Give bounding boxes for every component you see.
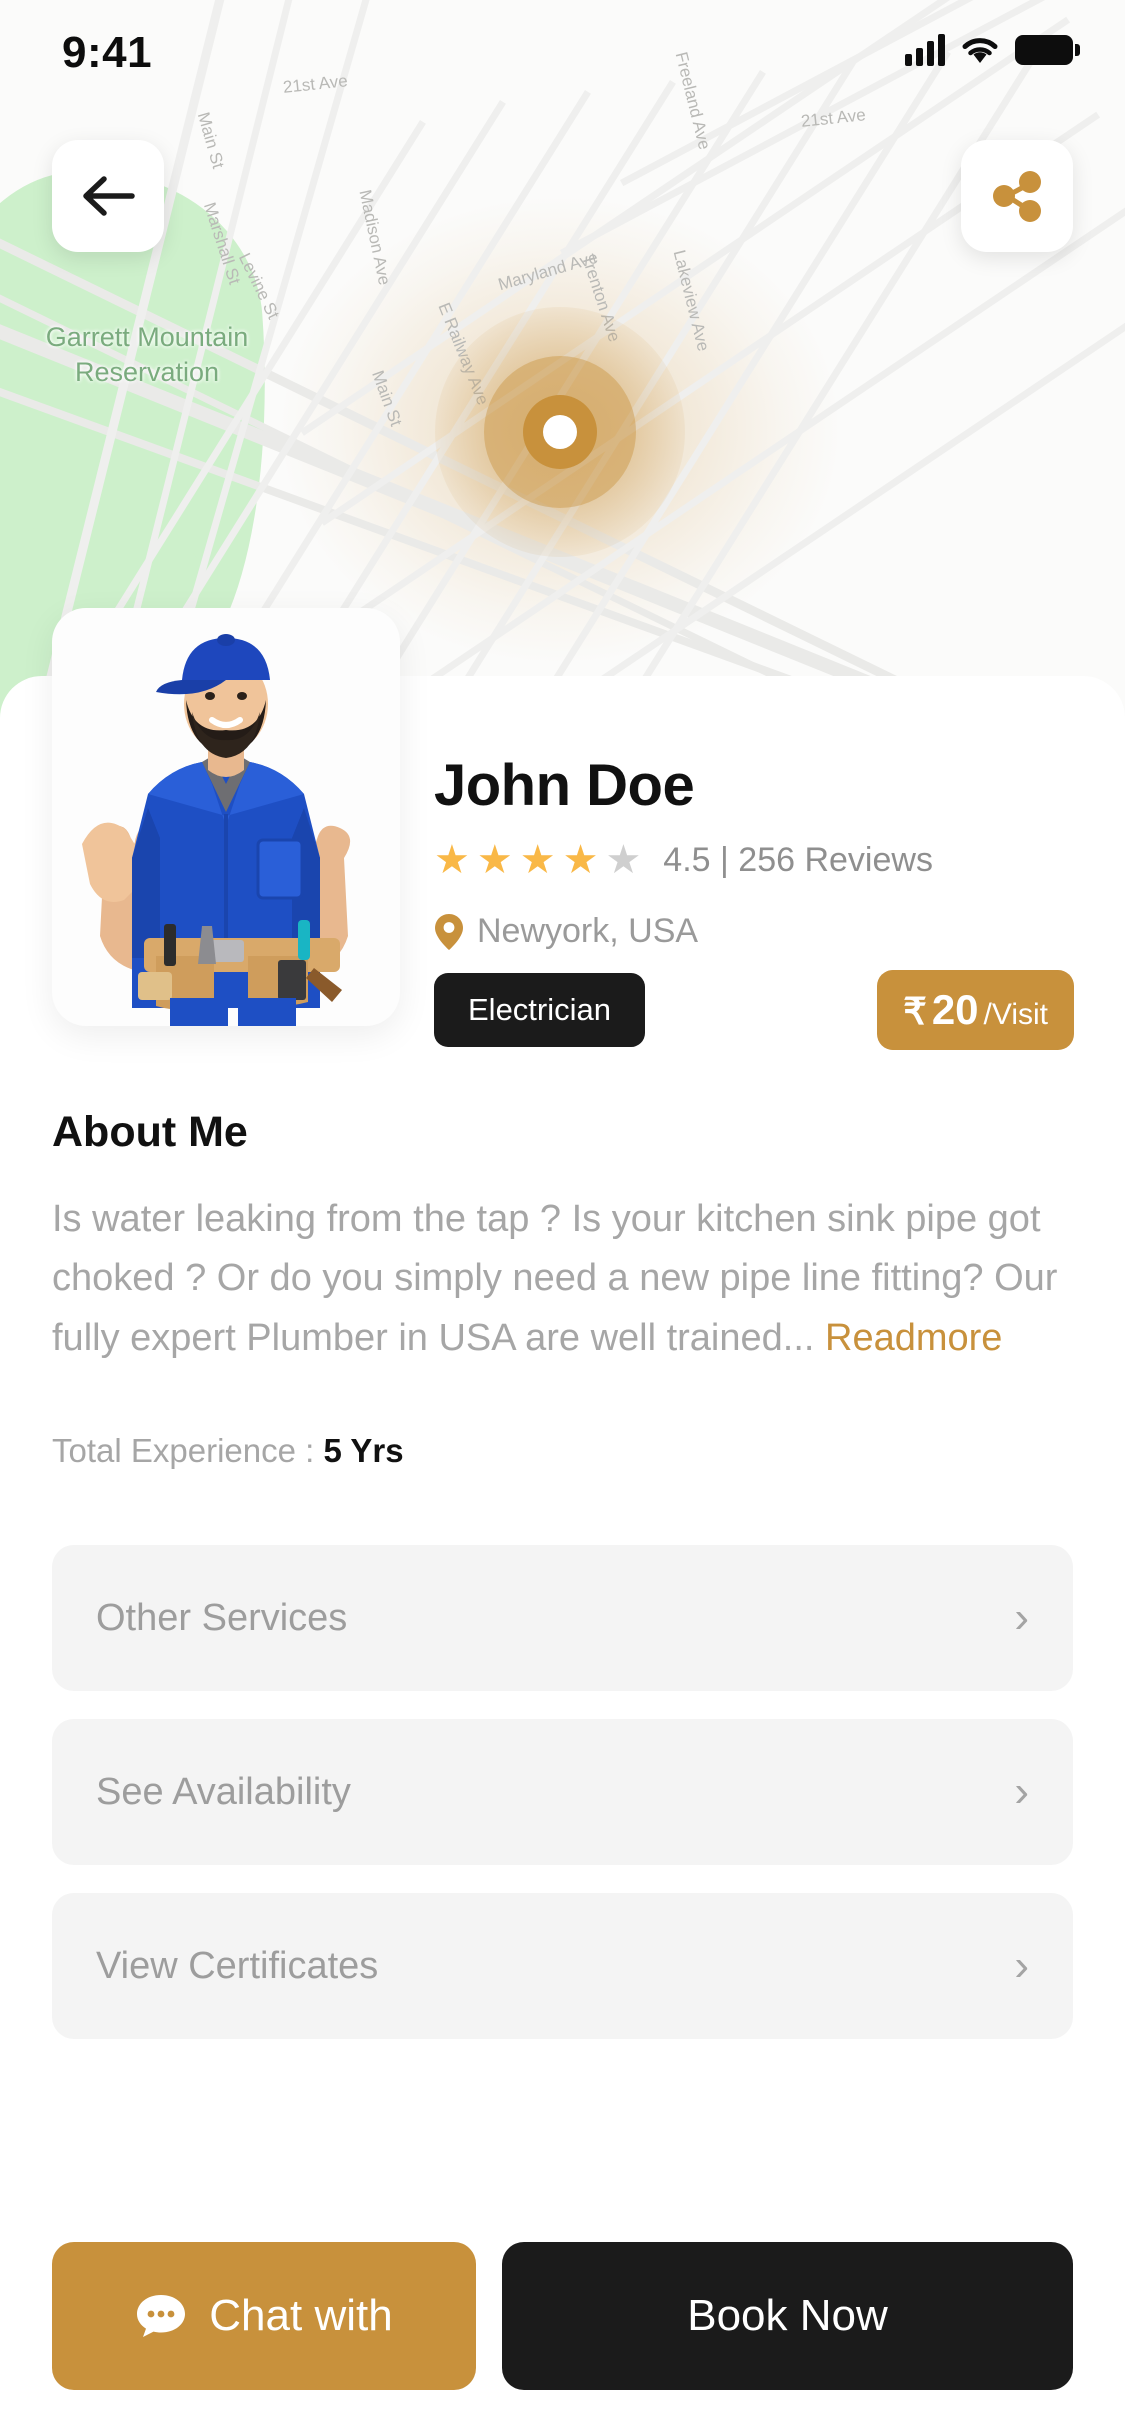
status-badge[interactable]: Electrician: [434, 973, 645, 1047]
star-icon-1: ★: [434, 838, 470, 882]
menu-rows: Other Services › See Availability › View…: [52, 1545, 1073, 2067]
location-text: Newyork, USA: [477, 912, 699, 950]
list-item-other-services[interactable]: Other Services ›: [52, 1545, 1073, 1691]
marker-core: [543, 415, 577, 449]
status-icons: [905, 34, 1080, 66]
experience-value: 5 Yrs: [323, 1432, 404, 1469]
wifi-icon: [961, 35, 999, 65]
electrician-portrait: [82, 634, 351, 1026]
map-pin-icon: [435, 913, 463, 950]
list-item-view-certificates[interactable]: View Certificates ›: [52, 1893, 1073, 2039]
chevron-right-icon: ›: [1014, 1593, 1029, 1642]
bottom-action-bar: Chat with Book Now: [0, 2196, 1125, 2436]
experience-label: Total Experience :: [52, 1432, 324, 1469]
page-title: John Doe: [434, 753, 695, 818]
price-badge[interactable]: ₹ 20 /Visit: [877, 970, 1074, 1050]
price-amount: 20: [931, 986, 979, 1033]
list-item-see-availability[interactable]: See Availability ›: [52, 1719, 1073, 1865]
row-label: See Availability: [96, 1770, 351, 1813]
back-button[interactable]: [52, 140, 164, 252]
chat-bubble-icon: [137, 2295, 186, 2337]
chat-button[interactable]: Chat with: [52, 2242, 476, 2390]
park-label: Garrett Mountain Reservation: [45, 322, 249, 387]
experience-row: Total Experience : 5 Yrs: [52, 1432, 404, 1470]
share-button[interactable]: [961, 140, 1073, 252]
book-now-label: Book Now: [687, 2291, 888, 2340]
street-label: Madison Ave: [355, 188, 395, 287]
star-rating: ★ ★ ★ ★ ★: [434, 840, 641, 880]
star-icon-3: ★: [519, 838, 556, 882]
rating-row: ★ ★ ★ ★ ★ 4.5 | 256 Reviews: [434, 840, 933, 880]
currency-symbol: ₹: [903, 991, 927, 1032]
chevron-right-icon: ›: [1014, 1941, 1029, 1990]
about-heading: About Me: [52, 1108, 248, 1156]
status-bar: 9:41: [0, 0, 1125, 120]
signal-bars-icon: [905, 34, 945, 66]
share-icon: [993, 171, 1041, 222]
arrow-left-icon: [83, 176, 135, 216]
chat-button-label: Chat with: [209, 2291, 393, 2340]
status-time: 9:41: [62, 28, 153, 77]
chevron-right-icon: ›: [1014, 1767, 1029, 1816]
badge-row: Electrician ₹ 20 /Visit: [434, 970, 1074, 1050]
book-now-button[interactable]: Book Now: [502, 2242, 1073, 2390]
row-label: Other Services: [96, 1596, 348, 1639]
price-unit: /Visit: [983, 998, 1048, 1031]
star-icon-5: ★: [605, 838, 642, 882]
about-text: Is water leaking from the tap ? Is your …: [52, 1190, 1062, 1368]
location-row: Newyork, USA: [434, 912, 698, 951]
avatar: [52, 608, 400, 1026]
star-icon-4: ★: [562, 838, 599, 882]
readmore-link[interactable]: Readmore: [825, 1317, 1002, 1359]
rating-text: 4.5 | 256 Reviews: [663, 840, 933, 879]
battery-full-icon: [1015, 35, 1080, 65]
marker-dot: [523, 395, 597, 469]
star-icon-2: ★: [476, 838, 513, 882]
row-label: View Certificates: [96, 1944, 379, 1987]
